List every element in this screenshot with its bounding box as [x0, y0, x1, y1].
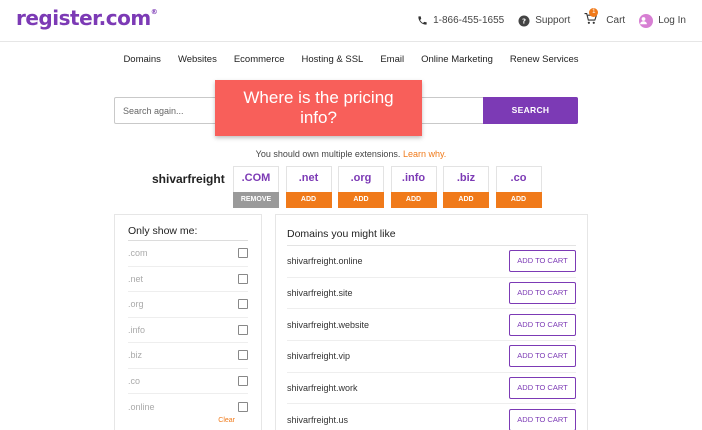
add-to-cart-button[interactable]: ADD TO CART: [509, 408, 576, 430]
suggested-domain-name: shivarfreight.us: [287, 414, 349, 425]
add-biz-button[interactable]: ADD: [443, 192, 489, 208]
extension-label: .info: [401, 172, 426, 184]
filter-option-label: .co: [128, 375, 141, 386]
nav-item-renew-services[interactable]: Renew Services: [510, 54, 579, 65]
learn-why-link[interactable]: Learn why.: [403, 149, 446, 159]
promo-message: You should own multiple extensions. Lear…: [0, 149, 702, 159]
filter-option-label: .online: [128, 401, 155, 412]
add-net-button[interactable]: ADD: [285, 192, 332, 208]
cart-label: Cart: [606, 15, 626, 26]
extension-options: .COM REMOVE .net ADD .org ADD .info ADD …: [233, 166, 548, 208]
register-logo[interactable]: register.com®: [16, 6, 158, 30]
suggested-domain-row: shivarfreight.us ADD TO CART: [287, 404, 576, 430]
search-button[interactable]: SEARCH: [483, 97, 578, 124]
suggested-domain-row: shivarfreight.online ADD TO CART: [287, 246, 576, 278]
nav-item-online-marketing[interactable]: Online Marketing: [421, 54, 493, 65]
suggested-domain-name: shivarfreight.work: [287, 383, 358, 394]
nav-item-hosting-ssl[interactable]: Hosting & SSL: [302, 54, 364, 65]
annotation-callout: Where is the pricing info?: [215, 80, 422, 136]
filter-checkbox[interactable]: [238, 324, 248, 335]
promo-text: You should own multiple extensions.: [255, 149, 401, 159]
login-label: Log In: [658, 15, 686, 26]
filter-option-label: .info: [128, 324, 146, 335]
suggested-domain-name: shivarfreight.online: [287, 256, 363, 267]
logo-text: register.com: [16, 6, 151, 30]
suggested-domain-name: shivarfreight.website: [287, 319, 370, 330]
add-co-button[interactable]: ADD: [495, 192, 542, 208]
filter-option-label: .org: [128, 299, 144, 310]
extension-label: .co: [510, 172, 527, 184]
extension-label: .biz: [456, 172, 476, 184]
add-to-cart-button[interactable]: ADD TO CART: [509, 377, 576, 400]
main-nav: Domains Websites Ecommerce Hosting & SSL…: [0, 54, 702, 65]
extension-filter-panel: Only show me: .com .net .org .info .biz …: [114, 214, 262, 430]
suggested-domain-name: shivarfreight.vip: [287, 351, 351, 362]
nav-item-email[interactable]: Email: [380, 54, 404, 65]
filter-option-co[interactable]: .co: [128, 369, 248, 394]
suggested-domain-row: shivarfreight.vip ADD TO CART: [287, 341, 576, 373]
filter-option-label: .biz: [128, 350, 143, 361]
filter-checkbox[interactable]: [238, 350, 248, 361]
logo-registered-mark: ®: [150, 8, 158, 16]
extension-card-net: .net ADD: [285, 166, 332, 208]
header-utilities: 1-866-455-1655 ? Support 1 Cart Log In: [417, 8, 686, 28]
phone-link[interactable]: 1-866-455-1655: [417, 15, 504, 26]
add-to-cart-button[interactable]: ADD TO CART: [509, 313, 576, 336]
filter-option-online[interactable]: .online: [128, 394, 248, 420]
clear-filters-link[interactable]: Clear: [218, 417, 235, 424]
extension-card-biz: .biz ADD: [443, 166, 489, 208]
filter-option-org[interactable]: .org: [128, 292, 248, 318]
filter-checkbox[interactable]: [238, 248, 248, 259]
suggested-domains-panel: Domains you might like shivarfreight.onl…: [275, 214, 588, 430]
site-header: register.com® 1-866-455-1655 ? Support 1…: [0, 0, 702, 42]
filter-option-net[interactable]: .net: [128, 267, 248, 292]
filter-option-label: .net: [128, 273, 144, 284]
suggested-domain-name: shivarfreight.site: [287, 288, 353, 299]
filter-title: Only show me:: [128, 225, 248, 241]
extension-card-info: .info ADD: [390, 166, 437, 208]
extension-label: .COM: [241, 172, 271, 184]
phone-number: 1-866-455-1655: [433, 15, 505, 26]
add-to-cart-button[interactable]: ADD TO CART: [509, 250, 576, 273]
cart-link[interactable]: 1 Cart: [584, 8, 626, 28]
remove-com-button[interactable]: REMOVE: [233, 192, 279, 208]
search-input[interactable]: Search again...: [123, 106, 184, 116]
filter-option-info[interactable]: .info: [128, 318, 248, 343]
extension-label: .org: [350, 172, 372, 184]
nav-item-ecommerce[interactable]: Ecommerce: [234, 54, 285, 65]
help-icon: ?: [518, 15, 530, 26]
support-link[interactable]: ? Support: [518, 15, 570, 27]
nav-item-domains[interactable]: Domains: [123, 54, 161, 65]
login-link[interactable]: Log In: [639, 13, 686, 28]
filter-checkbox[interactable]: [238, 375, 248, 386]
add-org-button[interactable]: ADD: [338, 192, 384, 208]
suggested-domains-title: Domains you might like: [287, 228, 576, 246]
suggested-domain-row: shivarfreight.site ADD TO CART: [287, 278, 576, 310]
suggested-domain-row: shivarfreight.website ADD TO CART: [287, 309, 576, 342]
filter-checkbox[interactable]: [238, 299, 248, 310]
extension-label: .net: [298, 172, 319, 184]
user-avatar-icon: [639, 13, 654, 28]
filter-option-com[interactable]: .com: [128, 241, 248, 267]
add-to-cart-button[interactable]: ADD TO CART: [509, 345, 576, 368]
phone-icon: [418, 16, 427, 25]
add-info-button[interactable]: ADD: [390, 192, 437, 208]
extension-card-com: .COM REMOVE: [233, 166, 279, 208]
filter-option-biz[interactable]: .biz: [128, 343, 248, 369]
suggested-domain-row: shivarfreight.work ADD TO CART: [287, 373, 576, 405]
support-label: Support: [535, 15, 571, 26]
extension-card-co: .co ADD: [495, 166, 542, 208]
svg-text:?: ?: [522, 17, 526, 25]
filter-option-label: .com: [128, 248, 148, 259]
searched-domain-name: shivarfreight: [152, 172, 225, 186]
filter-checkbox[interactable]: [238, 273, 248, 284]
add-to-cart-button[interactable]: ADD TO CART: [509, 282, 576, 305]
extension-card-org: .org ADD: [338, 166, 384, 208]
cart-icon-wrap: 1: [584, 8, 602, 28]
nav-item-websites[interactable]: Websites: [178, 54, 217, 65]
filter-checkbox[interactable]: [238, 401, 248, 412]
